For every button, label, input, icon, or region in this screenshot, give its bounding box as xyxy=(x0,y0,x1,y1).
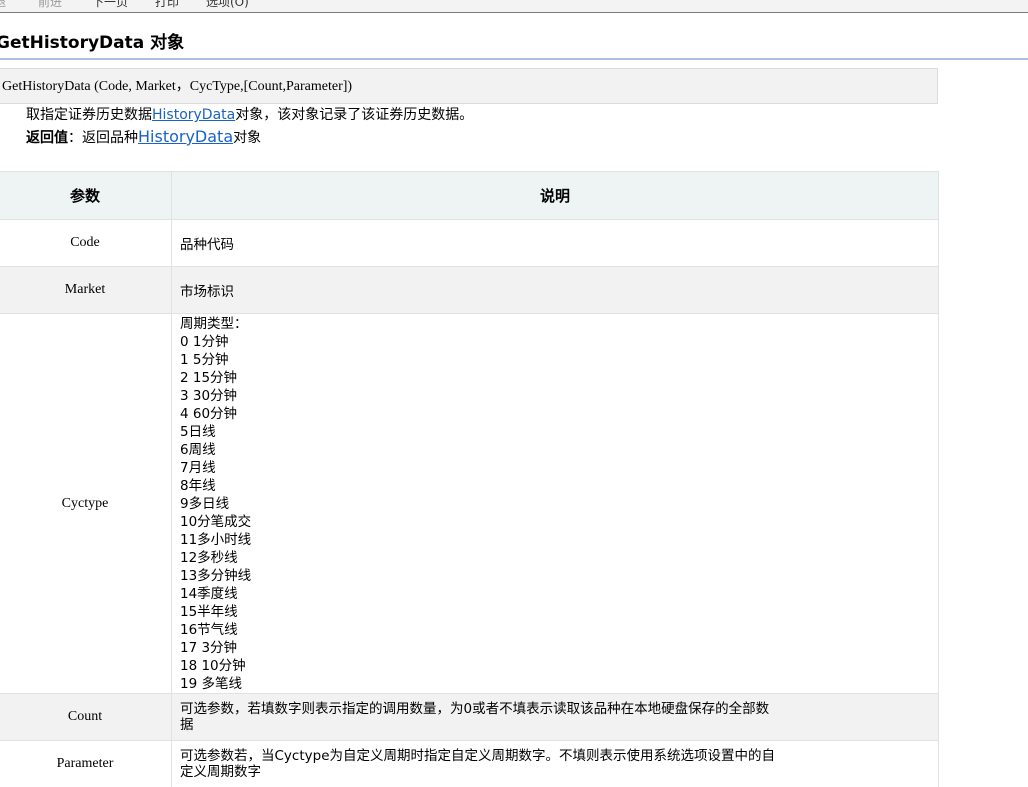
toolbar-back-button[interactable]: 后退 xyxy=(0,0,6,10)
header-desc: 说明 xyxy=(171,171,939,220)
toolbar-forward-button[interactable]: 前进 xyxy=(38,0,62,10)
cyctype-line: 5日线 xyxy=(180,424,216,440)
toolbar-options-button[interactable]: 选项(O) xyxy=(206,0,249,10)
param-desc-code: 品种代码 xyxy=(171,219,939,267)
cyctype-line: 4 60分钟 xyxy=(180,406,238,422)
table-row: Count 可选参数，若填数字则表示指定的调用数量，为0或者不填表示读取该品种在… xyxy=(0,693,939,741)
param-desc-market: 市场标识 xyxy=(171,266,939,314)
cyctype-line: 14季度线 xyxy=(180,586,238,602)
cyctype-line: 9多日线 xyxy=(180,496,230,512)
cyctype-line: 17 3分钟 xyxy=(180,640,238,656)
cyctype-line: 3 30分钟 xyxy=(180,388,238,404)
param-desc-count: 可选参数，若填数字则表示指定的调用数量，为0或者不填表示读取该品种在本地硬盘保存… xyxy=(171,693,939,741)
toolbar-next-page-button[interactable]: 下一页 xyxy=(92,0,128,10)
return-value-label: 返回值 xyxy=(26,130,68,146)
description-text-after: 对象，该对象记录了该证券历史数据。 xyxy=(235,107,474,123)
cyctype-line: 8年线 xyxy=(180,478,216,494)
parameter-desc-line: 定义周期数字 xyxy=(180,764,261,780)
cyctype-line: 12多秒线 xyxy=(180,550,238,566)
param-name-parameter: Parameter xyxy=(0,740,172,787)
table-row: Code 品种代码 xyxy=(0,219,939,267)
historydata-link[interactable]: HistoryData xyxy=(152,107,235,123)
table-row: Parameter 可选参数若，当Cyctype为自定义周期时指定自定义周期数字… xyxy=(0,740,939,787)
description-text: 取指定证券历史数据 xyxy=(26,107,152,123)
table-row: Cyctype 周期类型： 0 1分钟 1 5分钟 2 15分钟 3 30分钟 … xyxy=(0,313,939,694)
return-value: 返回值：返回品种HistoryData对象 xyxy=(26,127,261,148)
title-divider xyxy=(0,58,1028,60)
cyctype-list: 周期类型： 0 1分钟 1 5分钟 2 15分钟 3 30分钟 4 60分钟 5… xyxy=(180,314,938,693)
help-page: 后退 前进 下一页 打印 选项(O) GetHistoryData 对象 Get… xyxy=(0,0,1028,787)
cyctype-line: 周期类型： xyxy=(180,316,248,332)
cyctype-line: 7月线 xyxy=(180,460,216,476)
cyctype-line: 10分笔成交 xyxy=(180,514,252,530)
return-value-text-after: 对象 xyxy=(233,130,262,146)
cyctype-line: 11多小时线 xyxy=(180,532,252,548)
parameter-desc-line: 可选参数若，当Cyctype为自定义周期时指定自定义周期数字。不填则表示使用系统… xyxy=(180,748,775,764)
table-header-row: 参数 说明 xyxy=(0,171,939,220)
return-value-text: 返回品种 xyxy=(82,130,138,146)
param-desc-parameter: 可选参数若，当Cyctype为自定义周期时指定自定义周期数字。不填则表示使用系统… xyxy=(171,740,939,787)
param-name-count: Count xyxy=(0,693,172,741)
cyctype-line: 6周线 xyxy=(180,442,216,458)
param-name-code: Code xyxy=(0,219,172,267)
help-toolbar: 后退 前进 下一页 打印 选项(O) xyxy=(0,0,1028,13)
param-desc-cyctype: 周期类型： 0 1分钟 1 5分钟 2 15分钟 3 30分钟 4 60分钟 5… xyxy=(171,313,939,694)
table-row: Market 市场标识 xyxy=(0,266,939,314)
cyctype-line: 0 1分钟 xyxy=(180,334,229,350)
toolbar-print-button[interactable]: 打印 xyxy=(155,0,179,10)
cyctype-line: 19 多笔线 xyxy=(180,676,242,692)
param-name-cyctype: Cyctype xyxy=(0,313,172,694)
cyctype-line: 15半年线 xyxy=(180,604,238,620)
cyctype-line: 18 10分钟 xyxy=(180,658,246,674)
syntax-box: GetHistoryData (Code, Market，CycType,[Co… xyxy=(0,68,938,104)
return-value-colon: ： xyxy=(68,130,82,146)
description: 取指定证券历史数据HistoryData对象，该对象记录了该证券历史数据。 xyxy=(26,105,473,125)
count-desc-line: 可选参数，若填数字则表示指定的调用数量，为0或者不填表示读取该品种在本地硬盘保存… xyxy=(180,701,770,717)
cyctype-line: 13多分钟线 xyxy=(180,568,252,584)
cyctype-line: 1 5分钟 xyxy=(180,352,229,368)
count-desc-line: 据 xyxy=(180,717,194,733)
cyctype-line: 16节气线 xyxy=(180,622,238,638)
param-name-market: Market xyxy=(0,266,172,314)
return-historydata-link[interactable]: HistoryData xyxy=(138,127,233,146)
cyctype-line: 2 15分钟 xyxy=(180,370,238,386)
page-title: GetHistoryData 对象 xyxy=(0,33,185,53)
header-param: 参数 xyxy=(0,171,172,220)
parameters-table: 参数 说明 Code 品种代码 Market 市场标识 Cyctype 周期类型… xyxy=(0,171,939,787)
